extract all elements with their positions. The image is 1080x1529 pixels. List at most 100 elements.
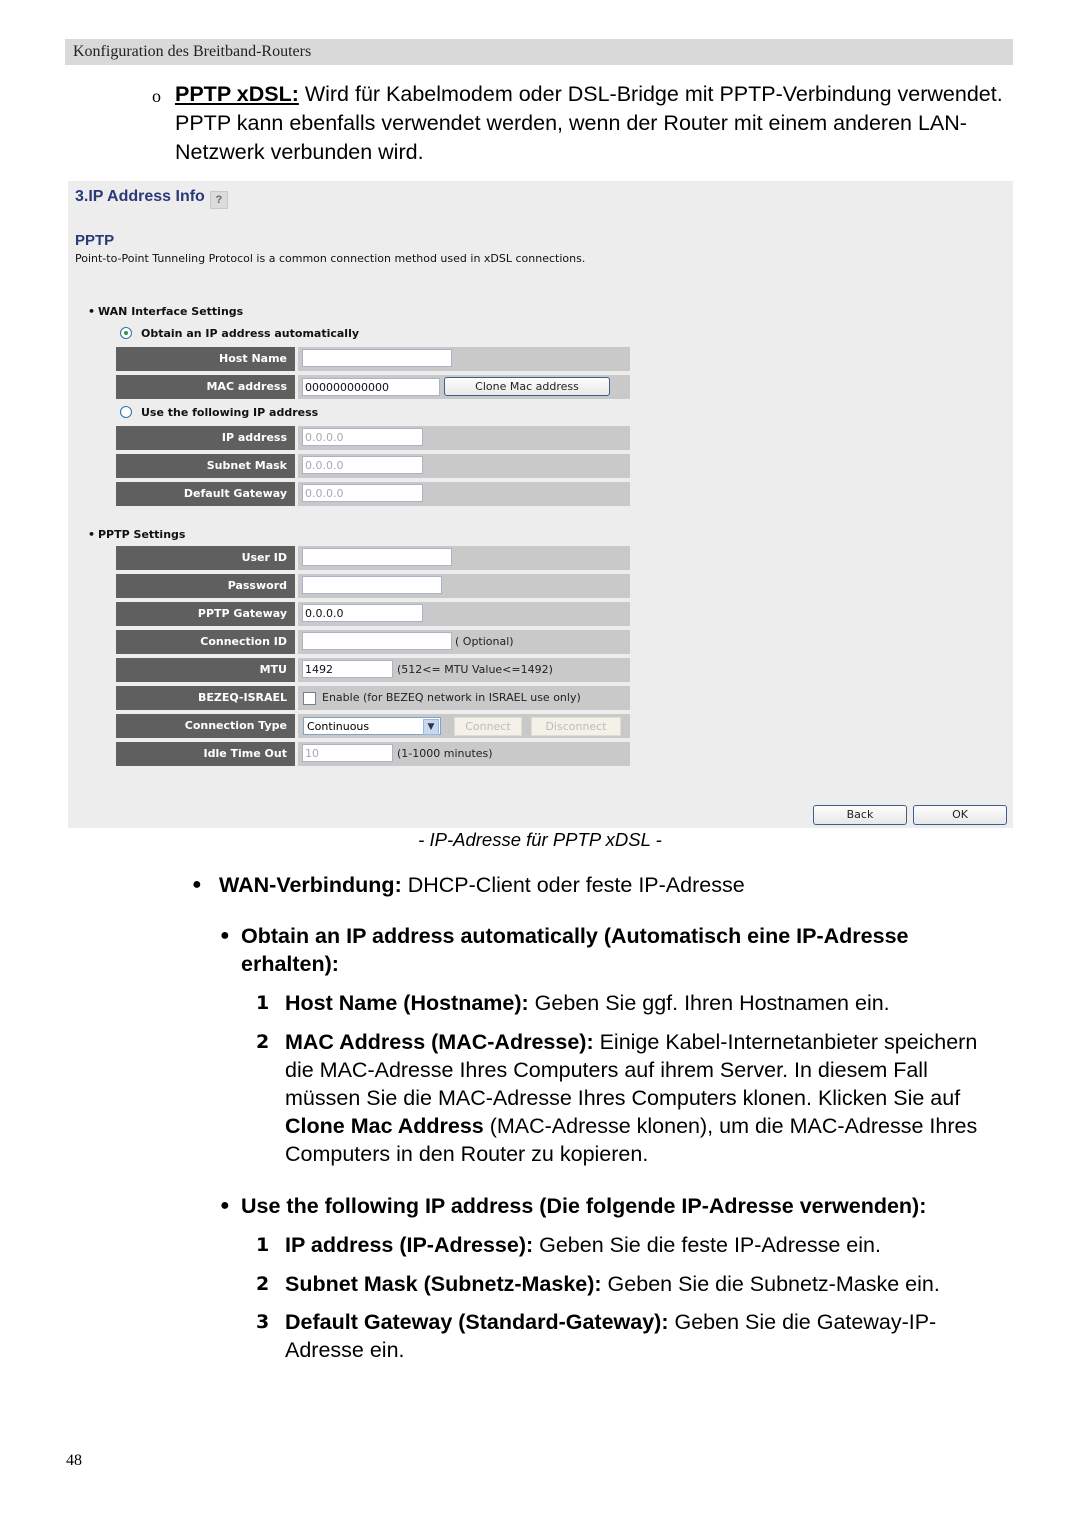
row-mtu: MTU 1492 (512<= MTU Value<=1492) <box>116 658 630 682</box>
list-number: 1 <box>256 992 270 1014</box>
connection-type-value: Continuous <box>307 720 370 733</box>
connect-button[interactable]: Connect <box>454 717 522 736</box>
pptp-gateway-input[interactable]: 0.0.0.0 <box>302 604 423 622</box>
bezeq-note: Enable (for BEZEQ network in ISRAEL use … <box>322 691 581 704</box>
row-connection-id: Connection ID ( Optional) <box>116 630 630 654</box>
wan-term: WAN-Verbindung: <box>219 873 402 897</box>
connection-id-input[interactable] <box>302 632 452 650</box>
list-number: 2 <box>256 1031 270 1053</box>
row-password: Password <box>116 574 630 598</box>
auto-heading-line1: Obtain an IP address automatically (Auto… <box>241 924 909 948</box>
mac-address-label: MAC address <box>116 375 295 399</box>
list-item-term: IP address (IP-Adresse): <box>285 1233 534 1257</box>
ip-address-label: IP address <box>116 426 295 450</box>
radio-obtain-auto[interactable]: Obtain an IP address automatically <box>120 327 359 340</box>
disconnect-button[interactable]: Disconnect <box>531 717 621 736</box>
bullet-marker: ● <box>220 927 230 944</box>
idle-time-out-input[interactable]: 10 <box>302 744 393 762</box>
list-item-term: Default Gateway (Standard-Gateway): <box>285 1310 669 1334</box>
list-item-text: Geben Sie die feste IP-Adresse ein. <box>533 1233 881 1257</box>
panel-title-text: 3.IP Address Info <box>75 188 205 205</box>
wan-section-heading: WAN Interface Settings <box>88 305 243 318</box>
help-icon[interactable]: ? <box>209 191 228 209</box>
row-ip-address: IP address 0.0.0.0 <box>116 426 630 450</box>
intro-text: Wird für Kabelmodem oder DSL-Bridge mit … <box>175 82 1003 164</box>
figure-caption: - IP-Adresse für PPTP xDSL - <box>418 829 662 850</box>
mtu-input[interactable]: 1492 <box>302 660 393 678</box>
idle-time-out-note: (1-1000 minutes) <box>397 747 493 760</box>
ip-address-input[interactable]: 0.0.0.0 <box>302 428 423 446</box>
connection-type-select[interactable]: Continuous ▼ <box>303 717 441 735</box>
header-title: Konfiguration des Breitband-Routers <box>73 43 312 60</box>
mtu-label: MTU <box>116 658 295 682</box>
list-item-text: Geben Sie die Subnetz-Maske ein. <box>601 1272 940 1296</box>
page-header: Konfiguration des Breitband-Routers <box>65 39 1013 65</box>
row-default-gateway: Default Gateway 0.0.0.0 <box>116 482 630 506</box>
auto-heading: Obtain an IP address automatically (Auto… <box>241 922 1001 978</box>
list-number: 1 <box>256 1234 270 1256</box>
mac-address-input[interactable]: 000000000000 <box>302 378 440 396</box>
radio-use-following[interactable]: Use the following IP address <box>120 406 318 419</box>
list-number: 3 <box>256 1311 270 1333</box>
wan-connection-line: WAN-Verbindung: DHCP-Client oder feste I… <box>219 871 745 899</box>
list-item: IP address (IP-Adresse): Geben Sie die f… <box>285 1231 1005 1259</box>
intro-paragraph: o PPTP xDSL: Wird für Kabelmodem oder DS… <box>152 80 1012 167</box>
connection-id-label: Connection ID <box>116 630 295 654</box>
wan-text: DHCP-Client oder feste IP-Adresse <box>401 873 745 897</box>
panel-subtitle: PPTP <box>75 232 115 249</box>
manual-heading: Use the following IP address (Die folgen… <box>241 1194 927 1218</box>
list-item: Subnet Mask (Subnetz-Maske): Geben Sie d… <box>285 1270 1005 1298</box>
row-connection-type: Connection Type Continuous ▼ Connect Disc… <box>116 714 630 738</box>
radio-selected-icon[interactable] <box>120 327 132 339</box>
list-item-term: Clone Mac Address <box>285 1114 484 1138</box>
default-gateway-label: Default Gateway <box>116 482 295 506</box>
connection-type-label: Connection Type <box>116 714 295 738</box>
bullet-marker: ● <box>192 876 202 893</box>
subnet-mask-input[interactable]: 0.0.0.0 <box>302 456 423 474</box>
row-subnet-mask: Subnet Mask 0.0.0.0 <box>116 454 630 478</box>
intro-term: PPTP xDSL: <box>175 82 299 106</box>
ok-button[interactable]: OK <box>913 805 1007 825</box>
radio-auto-label: Obtain an IP address automatically <box>141 327 360 340</box>
connection-id-note: ( Optional) <box>455 635 514 648</box>
row-idle-time-out: Idle Time Out 10 (1-1000 minutes) <box>116 742 630 766</box>
list-item: Host Name (Hostname): Geben Sie ggf. Ihr… <box>285 989 1005 1017</box>
auto-heading-line2: erhalten): <box>241 952 339 976</box>
list-item-term: Subnet Mask (Subnetz-Maske): <box>285 1272 602 1296</box>
mtu-note: (512<= MTU Value<=1492) <box>397 663 553 676</box>
chevron-down-icon[interactable]: ▼ <box>423 719 439 735</box>
list-number: 2 <box>256 1273 270 1295</box>
subnet-mask-label: Subnet Mask <box>116 454 295 478</box>
clone-mac-button[interactable]: Clone Mac address <box>444 377 610 396</box>
row-bezeq-israel: BEZEQ-ISRAEL Enable (for BEZEQ network i… <box>116 686 630 710</box>
router-config-panel: 3.IP Address Info? PPTP Point-to-Point T… <box>68 181 1013 828</box>
row-user-id: User ID <box>116 546 630 570</box>
panel-title: 3.IP Address Info? <box>75 188 228 209</box>
password-input[interactable] <box>302 576 442 594</box>
back-button[interactable]: Back <box>813 805 907 825</box>
row-pptp-gateway: PPTP Gateway 0.0.0.0 <box>116 602 630 626</box>
row-mac-address: MAC address 000000000000 Clone Mac addre… <box>116 375 630 399</box>
list-item-term: MAC Address (MAC-Adresse): <box>285 1030 594 1054</box>
radio-manual-label: Use the following IP address <box>141 406 319 419</box>
panel-description: Point-to-Point Tunneling Protocol is a c… <box>75 252 586 265</box>
bullet-marker: ● <box>220 1197 230 1214</box>
user-id-label: User ID <box>116 546 295 570</box>
idle-time-out-label: Idle Time Out <box>116 742 295 766</box>
radio-unselected-icon[interactable] <box>120 406 132 418</box>
pptp-section-heading: PPTP Settings <box>88 528 186 541</box>
bezeq-label: BEZEQ-ISRAEL <box>116 686 295 710</box>
list-item: Default Gateway (Standard-Gateway): Gebe… <box>285 1308 990 1364</box>
row-host-name: Host Name <box>116 347 630 371</box>
password-label: Password <box>116 574 295 598</box>
page-number: 48 <box>66 1452 82 1469</box>
pptp-gateway-label: PPTP Gateway <box>116 602 295 626</box>
bullet-marker: o <box>152 86 161 106</box>
host-name-label: Host Name <box>116 347 295 371</box>
list-item-text: Geben Sie ggf. Ihren Hostnamen ein. <box>528 991 890 1015</box>
default-gateway-input[interactable]: 0.0.0.0 <box>302 484 423 502</box>
host-name-input[interactable] <box>302 349 452 367</box>
bezeq-checkbox[interactable] <box>303 692 316 705</box>
user-id-input[interactable] <box>302 548 452 566</box>
list-item: MAC Address (MAC-Adresse): Einige Kabel-… <box>285 1028 995 1168</box>
